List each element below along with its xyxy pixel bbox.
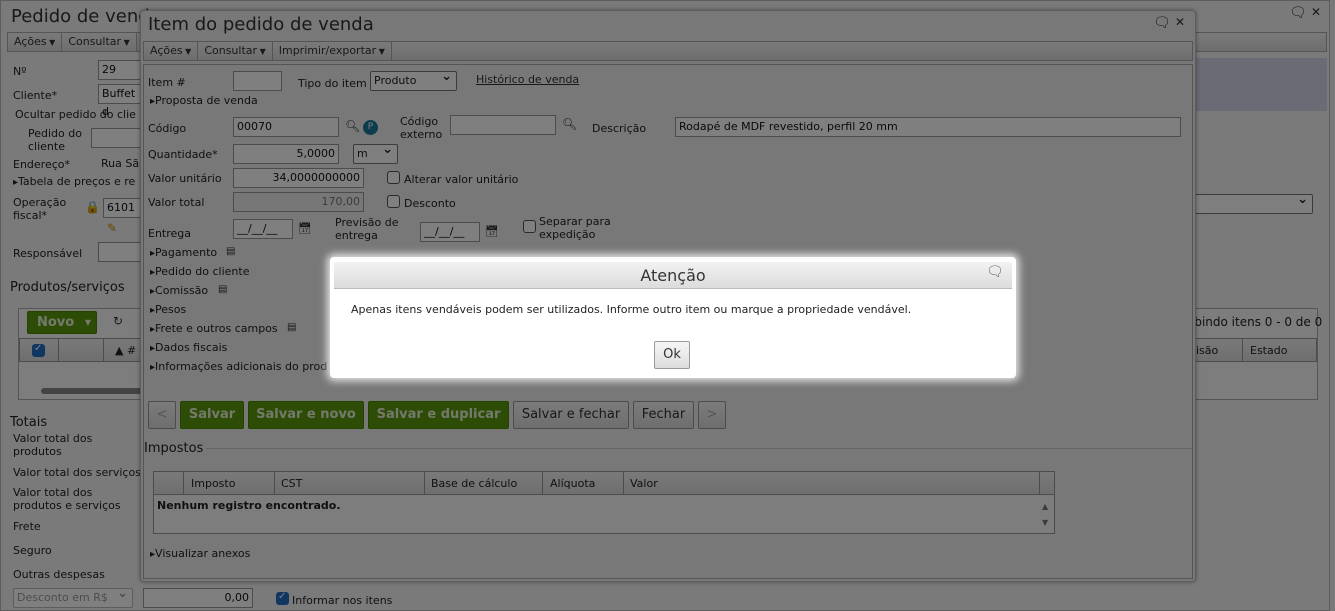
- ok-button[interactable]: Ok: [654, 341, 690, 369]
- alert-message: Apenas itens vendáveis podem ser utiliza…: [351, 303, 912, 316]
- comment-icon[interactable]: 🗨︎: [986, 264, 1004, 280]
- alert-dialog: Atenção 🗨︎ Apenas itens vendáveis podem …: [330, 257, 1016, 378]
- alert-title: Atenção: [640, 266, 706, 285]
